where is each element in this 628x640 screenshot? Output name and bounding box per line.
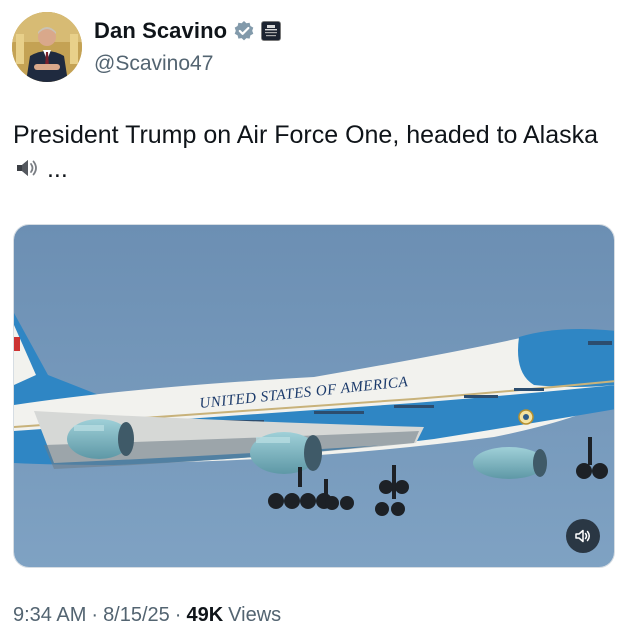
separator: ·: [91, 604, 99, 626]
tweet-text: President Trump on Air Force One, headed…: [13, 118, 613, 186]
mute-button[interactable]: [566, 519, 600, 553]
views-count[interactable]: 49K: [186, 604, 223, 627]
separator: ·: [174, 604, 182, 626]
name-row: Dan Scavino: [94, 18, 282, 44]
views-label: Views: [228, 604, 282, 626]
engine-right: [473, 447, 547, 479]
tweet-time[interactable]: 9:34 AM: [13, 604, 86, 627]
profile-photo: [12, 12, 82, 82]
tweet-header: Dan Scavino @Scavino47: [12, 12, 612, 82]
engine-left: [67, 419, 134, 459]
tweet-date[interactable]: 8/15/25: [103, 604, 170, 627]
tweet-media[interactable]: UNITED STATES OF AMERICA: [13, 224, 615, 568]
display-name[interactable]: Dan Scavino: [94, 18, 227, 44]
air-force-one-photo: UNITED STATES OF AMERICA: [14, 225, 614, 567]
volume-icon: [575, 529, 590, 543]
handle[interactable]: @Scavino47: [94, 52, 213, 76]
speaker-emoji-icon: [14, 155, 40, 181]
tweet-trailing: ...: [46, 155, 68, 183]
verified-badge-icon[interactable]: [233, 20, 255, 42]
tweet-body: President Trump on Air Force One, headed…: [13, 121, 599, 149]
avatar[interactable]: [12, 12, 82, 82]
white-house-badge-icon[interactable]: [261, 21, 282, 41]
engine-inner: [250, 432, 322, 474]
tweet-metadata: 9:34 AM · 8/15/25 · 49K Views: [13, 604, 281, 627]
